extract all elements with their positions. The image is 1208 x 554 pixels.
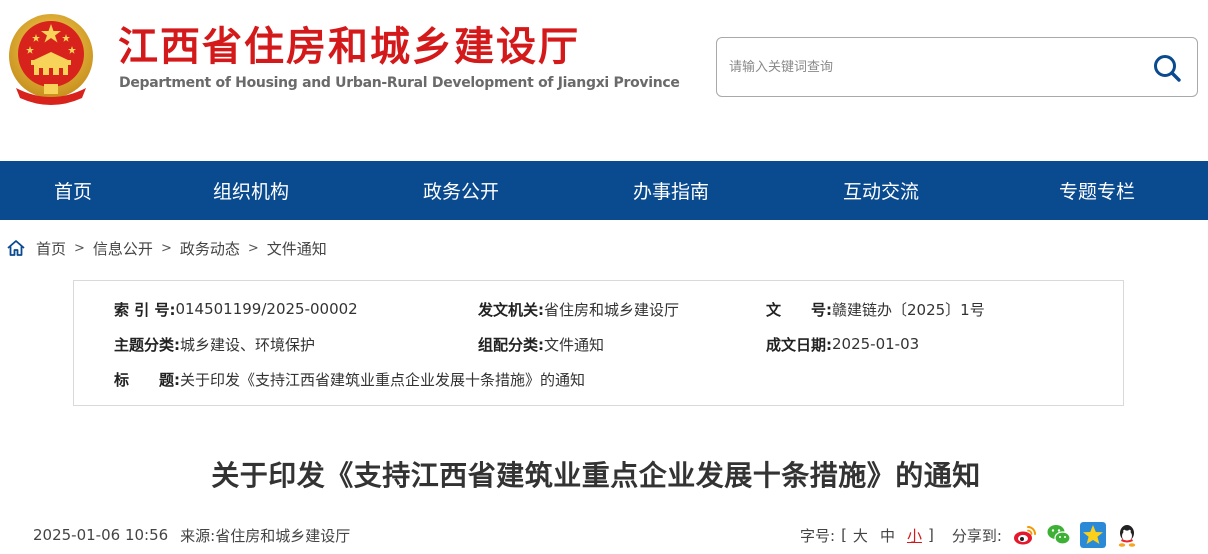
breadcrumb: 首页 > 信息公开 > 政务动态 > 文件通知 — [6, 236, 327, 260]
article-title-text: 关于印发《支持江西省建筑业重点企业发展十条措施》的通知 — [211, 459, 981, 492]
main-nav: 首页 组织机构 政务公开 办事指南 互动交流 专题专栏 — [0, 161, 1208, 220]
site-header: 江西省住房和城乡建设厅 Department of Housing and Ur… — [0, 0, 1208, 160]
home-icon — [7, 240, 25, 256]
breadcrumb-separator: > — [247, 240, 259, 256]
category-value: 文件通知 — [544, 335, 605, 354]
nav-item-interaction[interactable]: 互动交流 — [776, 161, 986, 220]
article-title: 关于印发《支持江西省建筑业重点企业发展十条措施》的通知 — [0, 454, 1208, 494]
breadcrumb-info-disclosure[interactable]: 信息公开 — [93, 238, 153, 259]
weibo-icon[interactable] — [1011, 522, 1038, 548]
site-subtitle: Department of Housing and Urban-Rural De… — [119, 75, 680, 91]
category-field: 组配分类: 文件通知 — [478, 332, 604, 356]
date-field: 成文日期: 2025-01-03 — [766, 332, 919, 356]
document-info-box: 索 引 号: 014501199/2025-00002 发文机关: 省住房和城乡… — [73, 280, 1124, 406]
date-value: 2025-01-03 — [832, 335, 920, 353]
share-label: 分享到: — [951, 526, 1002, 545]
topic-field: 主题分类: 城乡建设、环境保护 — [114, 332, 315, 356]
site-title: 江西省住房和城乡建设厅 — [118, 24, 580, 70]
index-number-value: 014501199/2025-00002 — [175, 300, 358, 318]
font-size-label: 字号: — [800, 526, 836, 545]
date-label: 成文日期: — [766, 335, 832, 354]
article-meta: 2025-01-06 10:56 来源: 省住房和城乡建设厅 — [33, 522, 350, 548]
issuer-field: 发文机关: 省住房和城乡建设厅 — [478, 297, 679, 321]
bracket-close: ] — [927, 526, 934, 544]
breadcrumb-separator: > — [74, 240, 85, 256]
font-size-small-button[interactable]: 小 — [907, 525, 922, 546]
category-label: 组配分类: — [478, 335, 544, 354]
title-value: 关于印发《支持江西省建筑业重点企业发展十条措施》的通知 — [180, 370, 586, 389]
national-emblem-icon — [9, 14, 93, 105]
qzone-icon[interactable] — [1079, 522, 1106, 548]
nav-item-special-topics[interactable]: 专题专栏 — [986, 161, 1208, 220]
search-input[interactable] — [729, 52, 1129, 82]
document-number-field: 文 号: 赣建链办〔2025〕1号 — [766, 297, 985, 321]
breadcrumb-home[interactable]: 首页 — [36, 238, 66, 259]
article-tools: 字号: [ 大 中 小 ] 分享到: — [800, 520, 1148, 550]
issuer-label: 发文机关: — [478, 300, 544, 319]
index-number-field: 索 引 号: 014501199/2025-00002 — [114, 297, 358, 321]
qq-icon[interactable] — [1113, 522, 1140, 548]
wechat-icon[interactable] — [1045, 522, 1072, 548]
breadcrumb-file-notices[interactable]: 文件通知 — [267, 238, 327, 259]
document-number-value: 赣建链办〔2025〕1号 — [832, 300, 985, 319]
search-icon[interactable] — [1151, 52, 1183, 84]
bracket-open: [ — [841, 526, 847, 544]
nav-item-organization[interactable]: 组织机构 — [146, 161, 356, 220]
search-box — [716, 37, 1198, 97]
title-field: 标 题: 关于印发《支持江西省建筑业重点企业发展十条措施》的通知 — [114, 367, 585, 391]
source-value: 省住房和城乡建设厅 — [215, 526, 351, 545]
title-label: 标 题: — [114, 370, 180, 389]
breadcrumb-government-news[interactable]: 政务动态 — [180, 238, 240, 259]
issuer-value: 省住房和城乡建设厅 — [544, 300, 680, 319]
topic-value: 城乡建设、环境保护 — [180, 335, 316, 354]
font-size-large-button[interactable]: 大 — [853, 525, 868, 546]
breadcrumb-separator: > — [160, 240, 172, 256]
topic-label: 主题分类: — [114, 335, 180, 354]
index-number-label: 索 引 号: — [114, 300, 176, 319]
nav-item-service-guide[interactable]: 办事指南 — [566, 161, 776, 220]
publish-time: 2025-01-06 10:56 — [33, 526, 169, 544]
source-label: 来源: — [180, 526, 216, 545]
font-size-medium-button[interactable]: 中 — [880, 525, 895, 546]
document-number-label: 文 号: — [766, 300, 832, 319]
nav-item-home[interactable]: 首页 — [0, 161, 146, 220]
nav-item-government-affairs[interactable]: 政务公开 — [356, 161, 566, 220]
